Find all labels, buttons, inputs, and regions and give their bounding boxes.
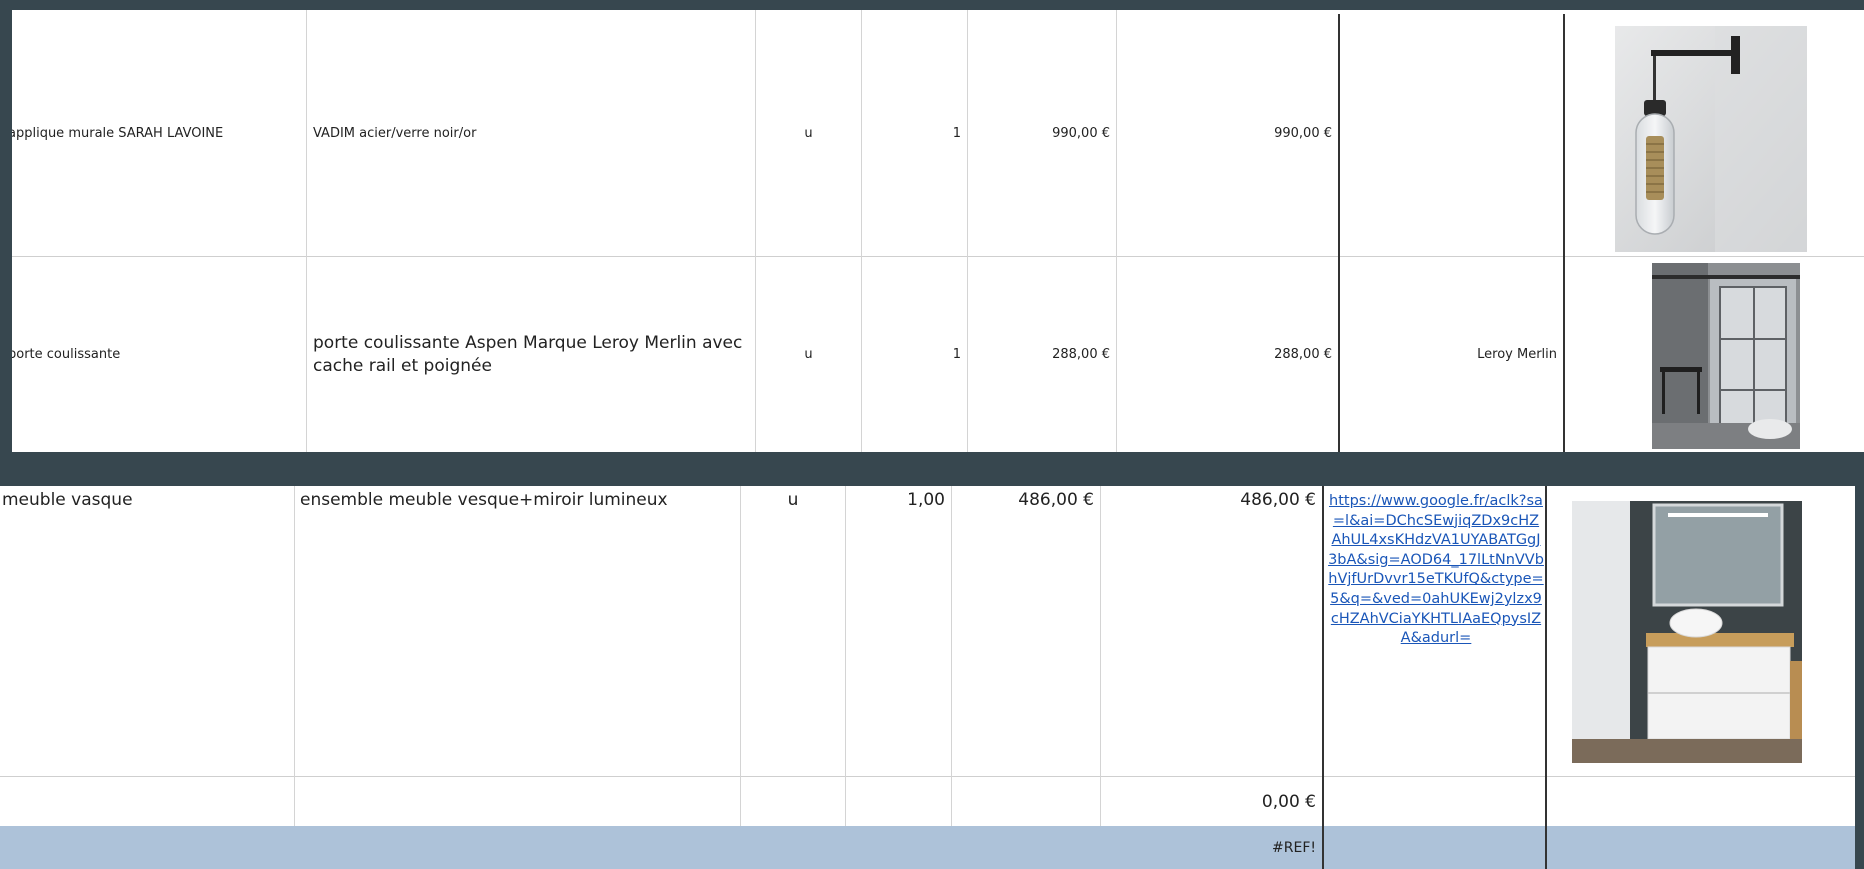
item-name-cell[interactable]: porte coulissante — [12, 257, 302, 452]
supplier-text: Leroy Merlin — [1477, 347, 1557, 362]
description-text: ensemble meuble vesque+miroir lumineux — [300, 490, 668, 510]
bottom-table-panel: meuble vasque ensemble meuble vesque+mir… — [0, 486, 1855, 869]
image-cell[interactable] — [1547, 486, 1855, 776]
supplier-cell[interactable]: Leroy Merlin — [1340, 257, 1563, 452]
top-table-panel: applique murale SARAH LAVOINE VADIM acie… — [12, 10, 1864, 452]
unit-price-cell[interactable]: 486,00 € — [952, 486, 1100, 514]
quantity-text: 1 — [952, 125, 961, 141]
description-cell[interactable]: VADIM acier/verre noir/or — [307, 10, 755, 256]
summary-band — [0, 826, 1855, 869]
column-divider — [1322, 486, 1324, 869]
summary-total-cell[interactable]: #REF! — [1101, 826, 1322, 869]
column-divider — [951, 486, 952, 826]
total-text: 486,00 € — [1240, 490, 1316, 510]
description-text: porte coulissante Aspen Marque Leroy Mer… — [313, 333, 743, 376]
image-cell[interactable] — [1565, 257, 1864, 452]
quantity-cell[interactable]: 1 — [862, 10, 967, 256]
description-cell[interactable]: porte coulissante Aspen Marque Leroy Mer… — [307, 257, 755, 452]
vanity-unit-photo[interactable] — [1572, 501, 1802, 763]
column-divider — [294, 486, 295, 826]
description-cell[interactable]: ensemble meuble vesque+miroir lumineux — [300, 486, 740, 514]
total-cell[interactable]: 0,00 € — [1101, 777, 1322, 826]
row-divider — [0, 776, 1855, 777]
quantity-cell[interactable]: 1 — [862, 257, 967, 452]
product-link-cell: https://www.google.fr/aclk?sa=l&ai=DChcS… — [1328, 492, 1544, 649]
unit-text: u — [804, 347, 813, 362]
unit-text: u — [804, 125, 813, 141]
product-link[interactable]: https://www.google.fr/aclk?sa=l&ai=DChcS… — [1328, 492, 1544, 649]
description-text: VADIM acier/verre noir/or — [313, 125, 477, 141]
quantity-cell[interactable]: 1,00 — [846, 486, 951, 514]
total-text: 0,00 € — [1261, 791, 1316, 812]
unit-price-text: 288,00 € — [1052, 347, 1110, 362]
item-name: porte coulissante — [12, 347, 121, 362]
column-divider — [845, 486, 846, 826]
total-cell[interactable]: 486,00 € — [1101, 486, 1322, 514]
column-divider — [740, 486, 741, 826]
unit-price-cell[interactable]: 990,00 € — [968, 10, 1116, 256]
total-text: 990,00 € — [1274, 125, 1332, 141]
total-cell[interactable]: 288,00 € — [1117, 257, 1338, 452]
wall-lamp-photo[interactable] — [1615, 26, 1807, 252]
total-text: 288,00 € — [1274, 347, 1332, 362]
item-name: applique murale SARAH LAVOINE — [12, 125, 224, 141]
item-name-cell[interactable]: meuble vasque — [2, 486, 292, 514]
unit-price-cell[interactable]: 288,00 € — [968, 257, 1116, 452]
quantity-text: 1 — [952, 347, 961, 362]
item-name: meuble vasque — [2, 490, 133, 510]
item-name-cell[interactable]: applique murale SARAH LAVOINE — [12, 10, 302, 256]
sliding-door-photo[interactable] — [1652, 263, 1800, 449]
unit-cell[interactable]: u — [756, 10, 861, 256]
unit-price-text: 486,00 € — [1018, 490, 1094, 510]
total-cell[interactable]: 990,00 € — [1117, 10, 1338, 256]
column-divider — [1100, 486, 1101, 826]
ref-error-text: #REF! — [1272, 839, 1316, 856]
unit-price-text: 990,00 € — [1052, 125, 1110, 141]
image-cell[interactable] — [1565, 10, 1864, 256]
unit-cell[interactable]: u — [741, 486, 845, 514]
unit-cell[interactable]: u — [756, 257, 861, 452]
supplier-cell[interactable] — [1340, 10, 1563, 256]
quantity-text: 1,00 — [907, 490, 945, 510]
unit-text: u — [787, 490, 799, 510]
